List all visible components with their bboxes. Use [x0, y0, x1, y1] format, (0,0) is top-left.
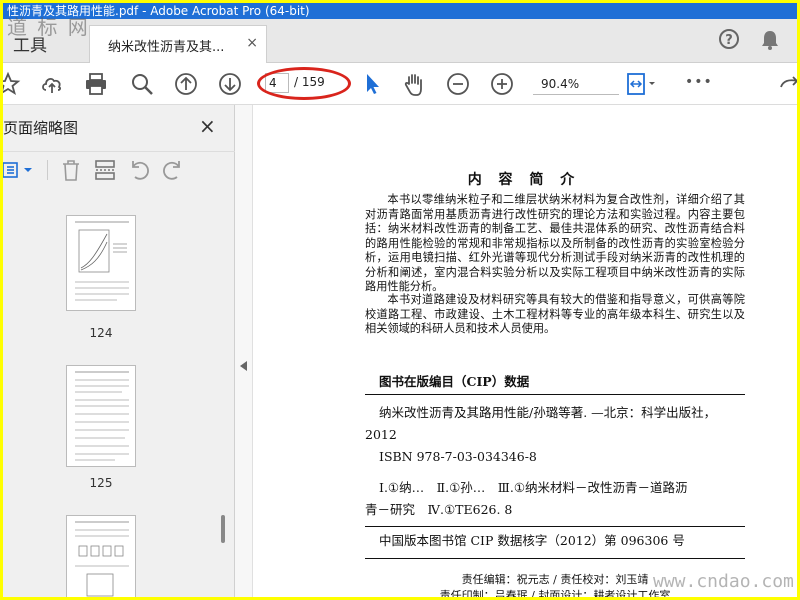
zoom-level-dropdown[interactable]: 90.4%: [533, 73, 619, 95]
cip-isbn: ISBN 978-7-03-034346-8: [379, 449, 537, 464]
cip-entry: 纳米改性沥青及其路用性能/孙璐等著. —北京：科学出版社，: [379, 405, 717, 420]
cip-entry: 2012: [365, 427, 397, 442]
cip-number: 中国版本图书馆 CIP 数据核字（2012）第 096306 号: [379, 533, 685, 548]
panel-divider: [47, 160, 48, 180]
page-thumbnail[interactable]: [66, 215, 136, 311]
thumbnail-page-label: 124: [89, 326, 113, 340]
tab-close-icon[interactable]: ×: [246, 35, 258, 51]
red-highlight-ellipse: [257, 67, 351, 100]
pdf-page: 内 容 简 介 本书以零维纳米粒子和二维层状纳米材料为复合改性剂，详细介绍了其对…: [253, 105, 797, 597]
next-page-icon[interactable]: [217, 71, 243, 97]
upload-cloud-icon[interactable]: [39, 71, 65, 97]
page-heading: 内 容 简 介: [467, 172, 581, 188]
hand-tool-icon[interactable]: [401, 71, 427, 97]
collapse-arrow-icon[interactable]: [240, 361, 247, 371]
print-icon[interactable]: [83, 71, 109, 97]
page-thumbnail[interactable]: [66, 515, 136, 597]
thumbnail-panel: 页面缩略图 × 124 125: [3, 105, 235, 597]
zoom-search-icon[interactable]: [129, 71, 155, 97]
cip-entry: Ⅰ.①纳… Ⅱ.①孙… Ⅲ.①纳米材料－改性沥青－道路沥: [379, 480, 688, 495]
extract-page-icon[interactable]: [93, 158, 117, 182]
divider-line: [365, 394, 745, 395]
thumbnail-preview: [75, 371, 129, 461]
cip-entry: 青－研究 Ⅳ.①TE626. 8: [365, 502, 513, 517]
divider-line: [365, 526, 745, 527]
select-cursor-icon[interactable]: [359, 71, 385, 97]
panel-close-icon[interactable]: ×: [199, 114, 216, 138]
panel-title: 页面缩略图: [3, 119, 79, 137]
usage-paragraph: 本书对道路建设及材料研究等具有较大的借鉴和指导意义，可供高等院校道路工程、市政建…: [365, 293, 745, 335]
main-toolbar: 4 / 159 90.4% •••: [3, 63, 797, 105]
bell-icon[interactable]: [759, 29, 781, 51]
panel-toolbar: [3, 151, 235, 188]
delete-page-icon[interactable]: [59, 158, 83, 182]
zoom-in-icon[interactable]: [489, 71, 515, 97]
tab-document-label: 纳米改性沥青及其...: [108, 40, 225, 55]
divider-line: [365, 558, 745, 559]
panel-scrollbar[interactable]: [221, 515, 225, 543]
tab-document[interactable]: 纳米改性沥青及其... ×: [89, 25, 267, 63]
acrobat-window: 性沥青及其路用性能.pdf - Adobe Acrobat Pro (64-bi…: [3, 3, 797, 597]
help-icon[interactable]: ?: [719, 29, 739, 49]
rotate-right-icon[interactable]: [161, 158, 185, 182]
page-thumbnail[interactable]: [66, 365, 136, 467]
document-view[interactable]: 内 容 简 介 本书以零维纳米粒子和二维层状纳米材料为复合改性剂，详细介绍了其对…: [253, 105, 797, 597]
thumbnail-options-icon[interactable]: [3, 160, 35, 180]
thumbnail-page-label: 125: [89, 476, 113, 490]
previous-page-icon[interactable]: [173, 71, 199, 97]
watermark-bottom-right: www.cndao.com: [653, 571, 794, 592]
star-icon[interactable]: [3, 71, 21, 97]
thumbnail-preview: [75, 521, 129, 597]
panel-collapse-handle[interactable]: [235, 105, 253, 597]
window-title-bar: 性沥青及其路用性能.pdf - Adobe Acrobat Pro (64-bi…: [3, 3, 797, 19]
thumbnail-preview: [75, 221, 129, 301]
rotate-left-icon[interactable]: [127, 158, 151, 182]
page-fit-icon[interactable]: [625, 71, 659, 97]
share-link-icon[interactable]: [777, 71, 797, 97]
cip-heading: 图书在版编目（CIP）数据: [379, 374, 530, 389]
intro-paragraph: 本书以零维纳米粒子和二维层状纳米材料为复合改性剂，详细介绍了其对沥青路面常用基质…: [365, 193, 745, 293]
watermark-top-left: 道 标 网: [7, 15, 90, 39]
more-tools-icon[interactable]: •••: [685, 74, 713, 90]
zoom-out-icon[interactable]: [445, 71, 471, 97]
tab-bar: 工具 纳米改性沥青及其... × ?: [3, 19, 797, 63]
